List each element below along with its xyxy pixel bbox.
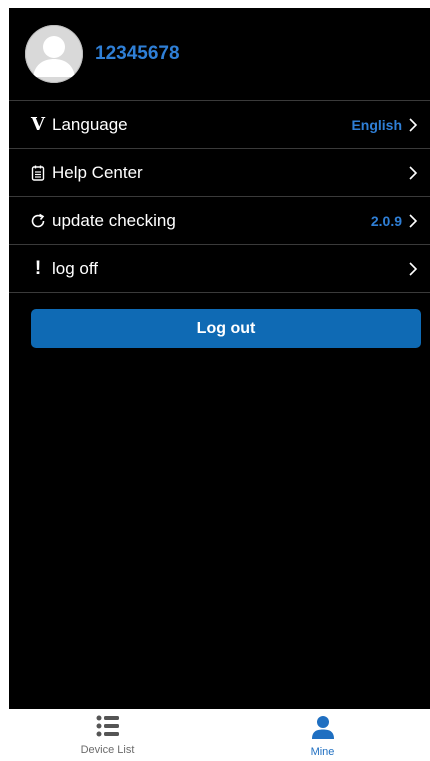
menu-item-help-center[interactable]: Help Center bbox=[9, 149, 430, 197]
chevron-right-icon bbox=[408, 165, 420, 181]
menu-item-update-checking[interactable]: update checking 2.0.9 bbox=[9, 197, 430, 245]
chevron-right-icon bbox=[408, 261, 420, 277]
language-v-icon: V bbox=[31, 114, 45, 135]
tab-label: Mine bbox=[310, 746, 335, 758]
logout-container: Log out bbox=[9, 293, 430, 348]
menu-item-label: log off bbox=[52, 258, 99, 278]
profile-header[interactable]: 12345678 bbox=[9, 8, 430, 101]
bottom-tab-bar: Device List Mine bbox=[0, 709, 430, 761]
refresh-icon bbox=[29, 213, 47, 229]
mine-screen: 12345678 V Language English Help Center bbox=[9, 8, 430, 709]
menu-item-label: Help Center bbox=[52, 162, 143, 182]
username: 12345678 bbox=[95, 43, 180, 64]
menu-item-log-off[interactable]: ! log off bbox=[9, 245, 430, 293]
list-icon bbox=[96, 715, 120, 742]
logout-button[interactable]: Log out bbox=[31, 309, 421, 348]
person-icon bbox=[311, 715, 335, 744]
version-value: 2.0.9 bbox=[370, 212, 402, 229]
help-document-icon bbox=[29, 165, 47, 181]
exclamation-icon: ! bbox=[34, 257, 42, 279]
user-avatar-icon[interactable] bbox=[25, 25, 83, 83]
language-value: English bbox=[351, 116, 402, 133]
chevron-right-icon bbox=[408, 117, 420, 133]
chevron-right-icon bbox=[408, 213, 420, 229]
menu-item-language[interactable]: V Language English bbox=[9, 101, 430, 149]
menu-item-label: update checking bbox=[52, 210, 176, 230]
tab-label: Device List bbox=[80, 744, 135, 756]
tab-device-list[interactable]: Device List bbox=[0, 709, 215, 761]
tab-mine[interactable]: Mine bbox=[215, 709, 430, 761]
menu-item-label: Language bbox=[52, 114, 128, 134]
